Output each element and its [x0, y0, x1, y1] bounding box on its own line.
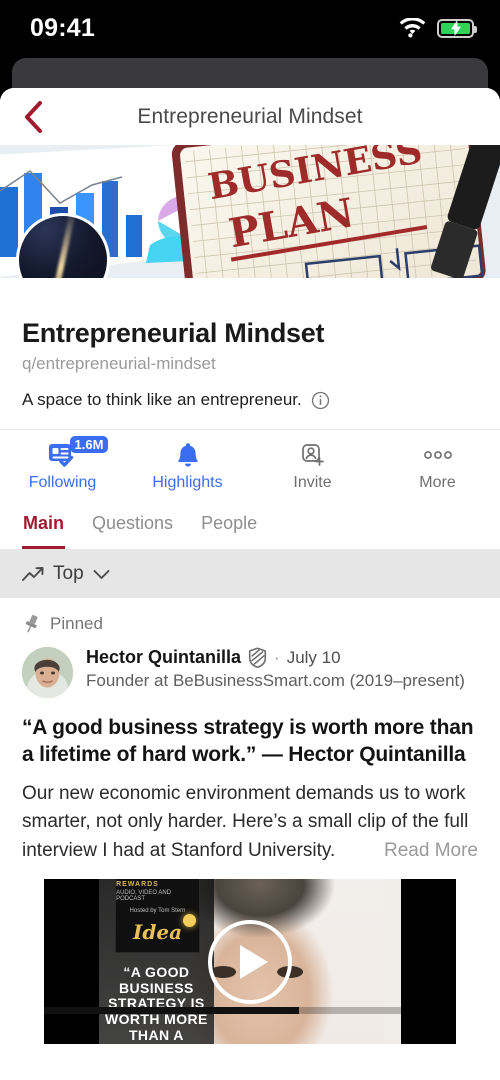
space-tabs: Main Questions People	[0, 501, 500, 550]
post-video[interactable]: BUSINESS REWARDS AUDIO, VIDEO AND PODCAS…	[44, 879, 456, 1045]
author-meta: Hector Quintanilla · July 10 Founder at …	[86, 647, 478, 698]
chevron-left-icon	[25, 100, 42, 133]
lightning-bolt-icon	[450, 20, 461, 36]
post-date: July 10	[286, 647, 341, 667]
space-description-row: A space to think like an entrepreneur.	[22, 390, 478, 410]
space-description: A space to think like an entrepreneur.	[22, 390, 302, 409]
modal-sheet: Entrepreneurial Mindset BUSINESS PLAN En…	[0, 88, 500, 1080]
podcast-logo-card: BUSINESS REWARDS AUDIO, VIDEO AND PODCAS…	[115, 879, 200, 954]
shield-badge-icon	[248, 647, 267, 668]
post-card: Pinned Hector Quintanilla · July 10 Foun…	[0, 598, 500, 1045]
status-time: 09:41	[30, 13, 95, 42]
play-icon[interactable]	[208, 919, 292, 1004]
bell-icon	[176, 441, 200, 468]
author-avatar[interactable]	[22, 647, 73, 698]
page-title: Entrepreneurial Mindset	[137, 104, 363, 128]
read-more-button[interactable]: Read More	[374, 837, 478, 867]
nav-bar: Entrepreneurial Mindset	[0, 88, 500, 145]
video-poster-panel: BUSINESS REWARDS AUDIO, VIDEO AND PODCAS…	[99, 879, 214, 1045]
author-name[interactable]: Hector Quintanilla	[86, 647, 241, 668]
poster-brand-top: BUSINESS REWARDS	[116, 879, 159, 889]
space-identity: Entrepreneurial Mindset q/entrepreneuria…	[0, 278, 500, 410]
post-title[interactable]: “A good business strategy is worth more …	[22, 714, 478, 769]
ellipsis-icon	[423, 441, 453, 468]
poster-logo-text: Idea	[133, 914, 197, 944]
poster-brand-sub: AUDIO, VIDEO AND PODCAST	[116, 890, 172, 903]
more-label: More	[419, 474, 456, 491]
video-progress-fill	[44, 1007, 300, 1015]
video-overlay-text: “A GOOD BUSINESS STRATEGY IS WORTH MORE …	[104, 964, 208, 1044]
battery-charging-icon	[437, 18, 477, 38]
space-handle: q/entrepreneurial-mindset	[22, 354, 216, 373]
back-button[interactable]	[14, 98, 52, 136]
following-check-icon: 1.6M	[48, 436, 109, 468]
video-letterbox-left	[44, 879, 99, 1045]
author-credential: Founder at BeBusinessSmart.com (2019–pre…	[86, 671, 465, 690]
pinned-label: Pinned	[50, 614, 103, 633]
space-name: Entrepreneurial Mindset	[22, 318, 325, 348]
post-body: Our new economic environment demands us …	[22, 780, 478, 867]
space-banner: BUSINESS PLAN	[0, 145, 500, 278]
pin-icon	[25, 615, 38, 633]
invite-label: Invite	[293, 474, 332, 491]
invite-action[interactable]: Invite	[250, 441, 375, 492]
author-name-line: Hector Quintanilla · July 10	[86, 647, 478, 668]
highlights-action[interactable]: Highlights	[125, 441, 250, 492]
lightbulb-icon	[183, 914, 197, 928]
status-bar: 09:41	[0, 0, 500, 56]
sort-selector[interactable]: Top	[0, 550, 500, 598]
post-author: Hector Quintanilla · July 10 Founder at …	[22, 647, 478, 698]
following-action[interactable]: 1.6M Following	[0, 436, 125, 492]
chevron-down-icon	[93, 569, 110, 579]
more-action[interactable]: More	[375, 441, 500, 492]
video-progress-bar[interactable]	[44, 1007, 456, 1015]
trending-up-icon	[22, 567, 44, 581]
wifi-icon	[399, 18, 426, 38]
pinned-indicator: Pinned	[22, 614, 478, 634]
person-add-icon	[300, 441, 326, 468]
tab-main[interactable]: Main	[22, 501, 66, 549]
following-label: Following	[28, 474, 97, 491]
highlights-label: Highlights	[152, 474, 223, 491]
tab-people[interactable]: People	[200, 501, 258, 549]
video-letterbox-right	[401, 879, 456, 1045]
status-indicators	[399, 18, 477, 38]
author-avatar-image	[22, 647, 73, 698]
follower-count-badge: 1.6M	[69, 436, 109, 453]
info-icon[interactable]	[311, 391, 330, 410]
tab-questions[interactable]: Questions	[91, 501, 174, 549]
space-action-row: 1.6M Following Highlights Invite More	[0, 429, 500, 501]
poster-host: Hosted by Tom Stern	[129, 908, 186, 915]
meta-separator: ·	[274, 647, 280, 667]
sort-label: Top	[53, 563, 84, 584]
phone-screen: 09:41 Entrepreneurial Mindset BUSINESS P…	[0, 0, 500, 1080]
